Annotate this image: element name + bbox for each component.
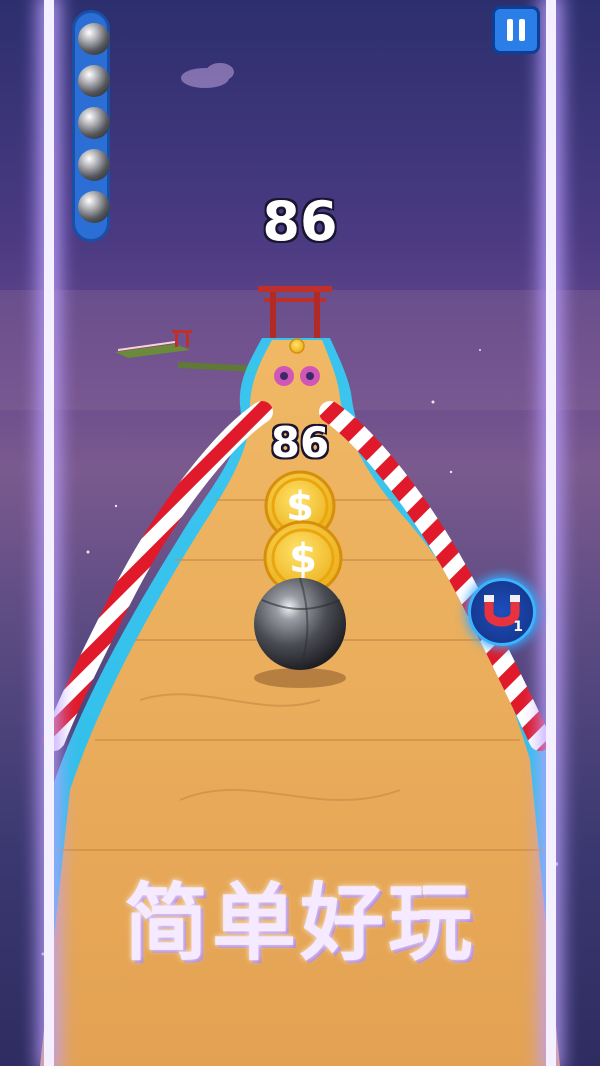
life-ball-icon <box>78 65 110 97</box>
score-display: 86 <box>262 190 338 253</box>
magnet-count: 1 <box>513 619 523 635</box>
pause-icon <box>519 19 525 41</box>
promo-tagline: 简单好玩 <box>123 874 476 972</box>
life-ball-icon <box>78 23 110 55</box>
magnet-powerup-button[interactable]: 1 <box>468 578 536 646</box>
life-ball-icon <box>78 149 110 181</box>
pause-icon <box>507 19 513 41</box>
svg-text:$: $ <box>289 536 317 582</box>
magnet-icon <box>484 595 520 627</box>
coin-distant <box>289 338 305 354</box>
player-ball <box>254 577 346 671</box>
pause-button[interactable] <box>492 6 540 54</box>
life-ball-icon <box>78 107 110 139</box>
game-scene[interactable]: $ $ 86 86 1 简单好玩 <box>0 0 600 1066</box>
track-score-label: 86 <box>270 418 330 467</box>
cloud <box>181 63 234 88</box>
